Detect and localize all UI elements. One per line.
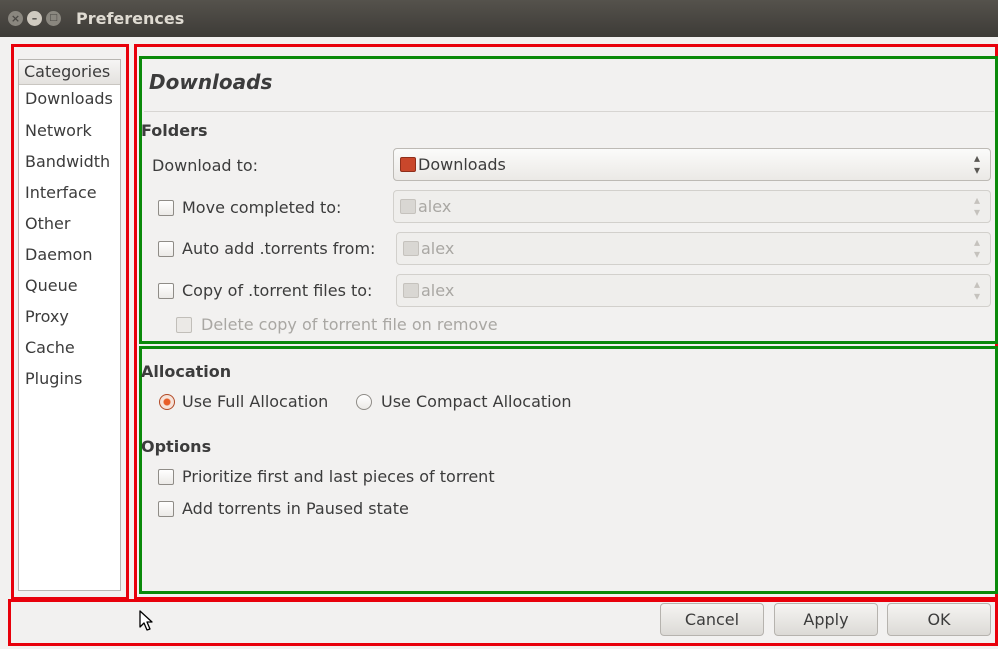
title-separator	[144, 111, 994, 112]
category-bandwidth[interactable]: Bandwidth	[19, 146, 120, 177]
auto-add-folder-chooser[interactable]: alex ▴ ▾	[396, 232, 991, 265]
prioritize-checkbox[interactable]	[158, 469, 174, 485]
compact-allocation-radio[interactable]	[356, 394, 372, 410]
maximize-icon[interactable]: □	[46, 11, 61, 26]
home-folder-icon	[403, 241, 419, 256]
home-folder-icon	[403, 283, 419, 298]
category-daemon[interactable]: Daemon	[19, 239, 120, 270]
delete-copy-checkbox[interactable]	[176, 317, 192, 333]
download-to-folder-chooser[interactable]: Downloads ▴ ▾	[393, 148, 991, 181]
copy-torrent-value: alex	[421, 281, 455, 300]
ok-button[interactable]: OK	[887, 603, 991, 636]
folders-section-label: Folders	[141, 121, 208, 140]
auto-add-label[interactable]: Auto add .torrents from:	[182, 239, 375, 258]
chevron-updown-icon: ▴ ▾	[973, 193, 981, 219]
prioritize-label[interactable]: Prioritize first and last pieces of torr…	[182, 467, 495, 486]
mouse-pointer-icon	[139, 610, 153, 631]
title-bar: × – □ Preferences	[0, 0, 998, 37]
copy-torrent-label[interactable]: Copy of .torrent files to:	[182, 281, 372, 300]
copy-torrent-checkbox[interactable]	[158, 283, 174, 299]
move-completed-value: alex	[418, 197, 452, 216]
category-queue[interactable]: Queue	[19, 270, 120, 301]
category-network[interactable]: Network	[19, 115, 120, 146]
auto-add-value: alex	[421, 239, 455, 258]
allocation-section-label: Allocation	[141, 362, 232, 381]
categories-list: Categories Downloads Network Bandwidth I…	[18, 59, 121, 591]
full-allocation-label[interactable]: Use Full Allocation	[182, 392, 328, 411]
page-title: Downloads	[149, 70, 273, 94]
category-proxy[interactable]: Proxy	[19, 301, 120, 332]
move-completed-folder-chooser[interactable]: alex ▴ ▾	[393, 190, 991, 223]
download-to-value: Downloads	[418, 155, 506, 174]
move-completed-label[interactable]: Move completed to:	[182, 198, 341, 217]
category-plugins[interactable]: Plugins	[19, 363, 120, 394]
category-downloads[interactable]: Downloads	[19, 85, 120, 115]
apply-button[interactable]: Apply	[774, 603, 878, 636]
chevron-updown-icon: ▴ ▾	[973, 235, 981, 261]
minimize-icon[interactable]: –	[27, 11, 42, 26]
paused-state-label[interactable]: Add torrents in Paused state	[182, 499, 409, 518]
paused-state-checkbox[interactable]	[158, 501, 174, 517]
options-section-label: Options	[141, 437, 212, 456]
move-completed-checkbox[interactable]	[158, 200, 174, 216]
category-interface[interactable]: Interface	[19, 177, 120, 208]
chevron-updown-icon: ▴ ▾	[973, 277, 981, 303]
full-allocation-radio[interactable]	[159, 394, 175, 410]
categories-header[interactable]: Categories	[19, 60, 120, 85]
home-folder-icon	[400, 199, 416, 214]
copy-torrent-folder-chooser[interactable]: alex ▴ ▾	[396, 274, 991, 307]
category-other[interactable]: Other	[19, 208, 120, 239]
auto-add-checkbox[interactable]	[158, 241, 174, 257]
close-icon[interactable]: ×	[8, 11, 23, 26]
delete-copy-label[interactable]: Delete copy of torrent file on remove	[201, 315, 498, 334]
download-to-label: Download to:	[152, 156, 259, 175]
chevron-updown-icon: ▴ ▾	[973, 151, 981, 177]
window-title: Preferences	[76, 9, 185, 28]
compact-allocation-label[interactable]: Use Compact Allocation	[381, 392, 572, 411]
folder-download-icon	[400, 157, 416, 172]
cancel-button[interactable]: Cancel	[660, 603, 764, 636]
category-cache[interactable]: Cache	[19, 332, 120, 363]
